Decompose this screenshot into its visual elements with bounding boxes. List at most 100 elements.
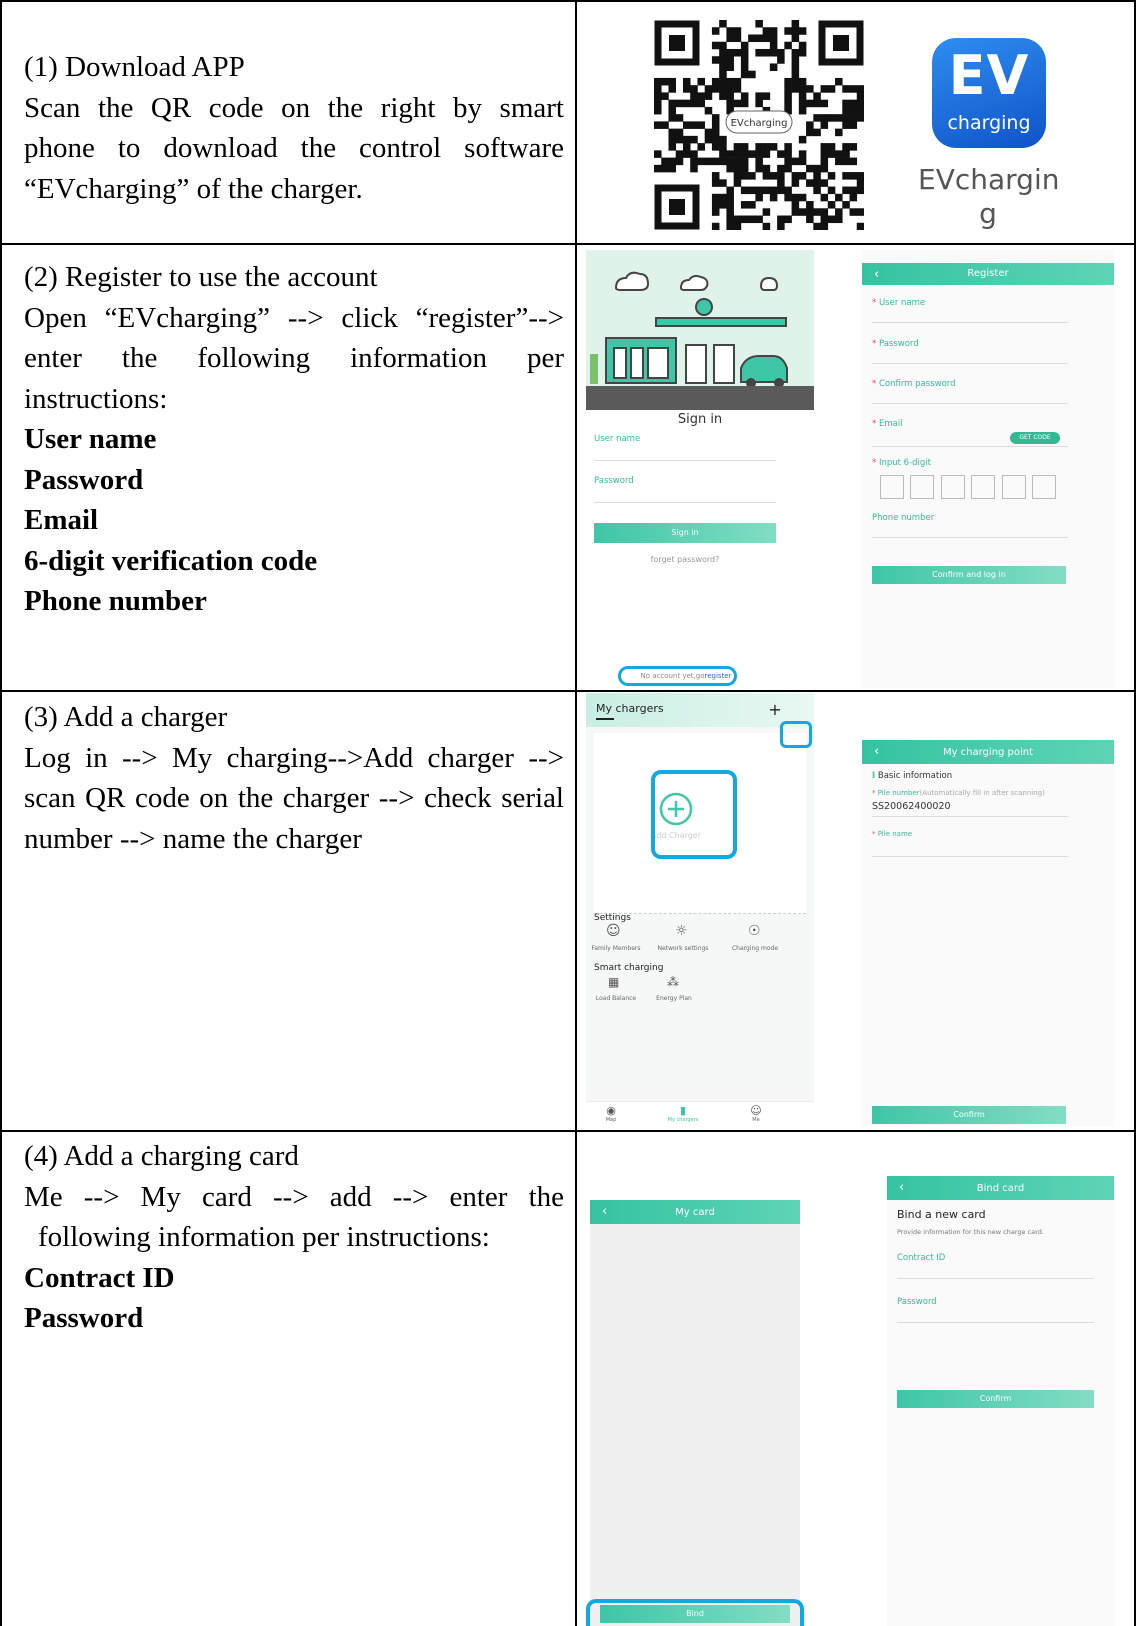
confirm-button[interactable]: Confirm (872, 1106, 1066, 1124)
qr-module (791, 179, 800, 187)
bind-card-confirm-button[interactable]: Confirm (897, 1390, 1094, 1408)
qr-module (849, 99, 858, 108)
qr-module (856, 114, 864, 122)
qr-module (740, 41, 749, 50)
step-4-line: following information per instructions: (38, 1221, 490, 1253)
register-phone-field[interactable] (872, 537, 1068, 538)
signin-user-field[interactable] (594, 460, 776, 461)
qr-module (755, 164, 763, 173)
qr-module (682, 150, 691, 158)
energy-plan-icon: ⁂ (667, 975, 679, 989)
qr-module (762, 143, 771, 151)
nav-map[interactable]: ◉ Map (591, 1104, 631, 1123)
qr-module (849, 85, 858, 93)
qr-module (791, 20, 800, 28)
get-code-button[interactable]: GET CODE (1010, 432, 1060, 444)
code-box[interactable] (971, 475, 995, 499)
nav-my-chargers[interactable]: ▮ My chargers (658, 1104, 708, 1123)
qr-module (675, 128, 684, 137)
qr-module (791, 34, 800, 43)
qr-module (813, 172, 821, 180)
qr-module (733, 215, 742, 224)
contract-id-field[interactable] (897, 1278, 1094, 1279)
qr-module (755, 150, 763, 158)
qr-module (733, 77, 742, 86)
settings-item[interactable]: ☺ Family Members (586, 923, 646, 955)
step-1-heading: (1) Download APP (24, 51, 245, 83)
qr-module (784, 215, 792, 224)
add-charger-top-button[interactable]: + (767, 702, 783, 719)
qr-module (740, 99, 749, 108)
qr-module (726, 193, 734, 202)
qr-module (762, 150, 771, 158)
register-email-field[interactable] (872, 446, 1068, 447)
qr-module (798, 150, 807, 158)
qr-module (668, 99, 677, 108)
bottom-nav: ◉ Map ▮ My chargers ☺ Me (586, 1101, 814, 1128)
qr-module (777, 215, 785, 224)
signin-button[interactable]: Sign in (594, 523, 776, 543)
qr-module (849, 114, 858, 122)
register-confirm-password-field[interactable] (872, 403, 1068, 404)
qr-module (762, 186, 771, 195)
required-field: Phone number (24, 585, 207, 617)
qr-module (762, 27, 771, 35)
nav-me[interactable]: ☺ Me (736, 1104, 776, 1123)
confirm-and-login-button[interactable]: Confirm and log in (872, 566, 1066, 584)
contract-id-label: Contract ID (897, 1253, 946, 1263)
bind-card-heading: Bind a new card (897, 1208, 986, 1221)
qr-module (711, 157, 720, 166)
pile-name-field[interactable] (872, 856, 1068, 857)
qr-module (835, 157, 843, 166)
settings-item[interactable]: ☼ Network settings (648, 923, 718, 955)
signin-password-field[interactable] (594, 502, 776, 503)
required-field: Contract ID (24, 1261, 175, 1294)
code-box[interactable] (910, 475, 934, 499)
qr-module (820, 222, 829, 230)
qr-module (654, 92, 662, 100)
bind-card-password-label: Password (897, 1297, 937, 1307)
load-balance-icon: ▦ (608, 975, 620, 989)
qr-module (813, 179, 821, 187)
qr-module (791, 85, 800, 93)
qr-module (726, 99, 734, 108)
title-underline (596, 718, 614, 720)
qr-module (755, 157, 763, 166)
add-charger-highlight (651, 770, 737, 859)
qr-module (791, 193, 800, 202)
code-box[interactable] (1002, 475, 1026, 499)
qr-module (849, 172, 858, 180)
qr-module (726, 208, 734, 216)
smart-item[interactable]: ▦ Load Balance (586, 975, 646, 1007)
code-box[interactable] (880, 475, 904, 499)
qr-module (798, 77, 807, 86)
required-field: Password (24, 463, 144, 496)
qr-module (726, 215, 734, 224)
qr-module (733, 222, 742, 230)
step-4-text: (4) Add a charging card Me --> My card -… (24, 1136, 564, 1339)
forgot-password-link[interactable]: forget password? (586, 555, 784, 564)
qr-module (820, 179, 829, 187)
qr-module (711, 208, 720, 216)
smart-charging-title: Smart charging (594, 963, 664, 973)
qr-module (849, 186, 858, 195)
step-3-line: Log in --> My charging-->Add charger --> (24, 741, 564, 774)
qr-module (842, 114, 850, 122)
smart-item[interactable]: ⁂ Energy Plan (644, 975, 704, 1007)
qr-module (813, 99, 821, 108)
qr-module (711, 172, 720, 180)
code-box[interactable] (1032, 475, 1056, 499)
settings-item[interactable]: ☉ Charging mode (720, 923, 790, 955)
qr-module (798, 85, 807, 93)
qr-module (740, 201, 749, 209)
bind-card-password-field[interactable] (897, 1322, 1094, 1323)
qr-module (827, 201, 836, 209)
pile-number-value[interactable]: SS20062400020 (872, 801, 951, 812)
code-box[interactable] (941, 475, 965, 499)
register-user-field[interactable] (872, 322, 1068, 323)
step-4-line: Me --> My card --> add --> enter the (24, 1180, 564, 1213)
qr-module (682, 85, 691, 93)
qr-module (784, 77, 792, 86)
register-password-field[interactable] (872, 363, 1068, 364)
qr-module (711, 179, 720, 187)
